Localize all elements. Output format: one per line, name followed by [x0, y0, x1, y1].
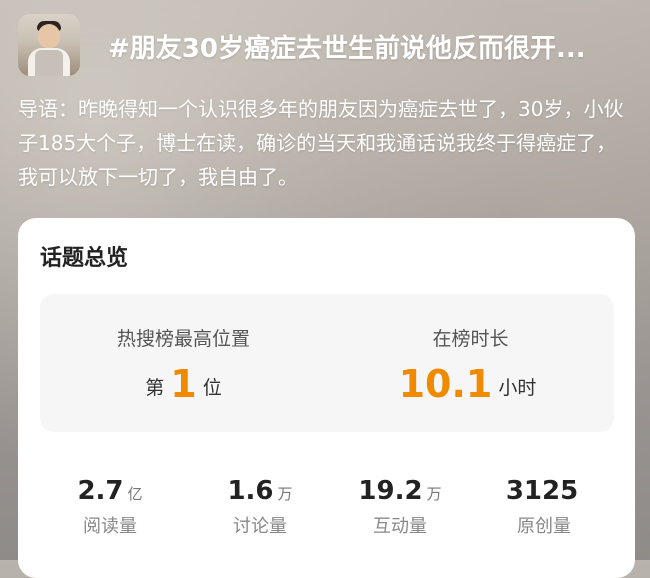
peak-prefix: 第 — [145, 377, 165, 399]
duration-value: 10.1 — [398, 362, 493, 406]
metric-interactions: 19.2 万 互动量 — [330, 476, 470, 538]
metric-discussions-value: 1.6 — [227, 476, 274, 506]
metric-original: 3125 原创量 — [474, 476, 614, 538]
peak-position-stat: 热搜榜最高位置 第 1 位 — [40, 294, 327, 432]
peak-suffix: 位 — [202, 377, 222, 399]
peak-position-value: 1 — [170, 362, 197, 406]
avatar-vest — [35, 50, 63, 76]
metric-reads-label: 阅读量 — [83, 516, 137, 537]
topic-title[interactable]: #朋友30岁癌症去世生前说他反而很开... — [108, 28, 632, 65]
post-header: #朋友30岁癌症去世生前说他反而很开... — [18, 14, 632, 80]
metric-reads-unit: 亿 — [127, 485, 143, 503]
metric-discussions-label: 讨论量 — [233, 516, 287, 537]
duration-value-row: 10.1 小时 — [327, 362, 614, 406]
metric-original-label: 原创量 — [517, 516, 571, 537]
metric-discussions: 1.6 万 讨论量 — [190, 476, 330, 538]
metric-interactions-value: 19.2 — [358, 476, 423, 506]
metric-discussions-unit: 万 — [277, 485, 293, 503]
duration-label: 在榜时长 — [432, 328, 509, 350]
metric-reads: 2.7 亿 阅读量 — [40, 476, 180, 538]
avatar[interactable] — [18, 14, 80, 76]
overview-card: 话题总览 热搜榜最高位置 第 1 位 在榜时长 10.1 小时 2.7 亿 阅读量… — [18, 218, 635, 578]
duration-stat: 在榜时长 10.1 小时 — [327, 294, 614, 432]
peak-position-label: 热搜榜最高位置 — [116, 328, 250, 350]
ranking-stats: 热搜榜最高位置 第 1 位 在榜时长 10.1 小时 — [40, 294, 614, 432]
topic-intro: 导语：昨晚得知一个认识很多年的朋友因为癌症去世了，30岁，小伙子185大个子，博… — [18, 97, 624, 189]
overview-title: 话题总览 — [40, 246, 129, 271]
metrics-row: 2.7 亿 阅读量 1.6 万 讨论量 19.2 万 互动量 3125 原创量 — [40, 476, 614, 556]
metric-reads-value: 2.7 — [77, 476, 124, 506]
metric-original-value: 3125 — [505, 476, 579, 506]
avatar-face — [38, 24, 60, 48]
metric-interactions-label: 互动量 — [373, 516, 427, 537]
metric-interactions-unit: 万 — [426, 485, 442, 503]
peak-position-value-row: 第 1 位 — [40, 362, 327, 406]
duration-unit: 小时 — [498, 377, 537, 399]
